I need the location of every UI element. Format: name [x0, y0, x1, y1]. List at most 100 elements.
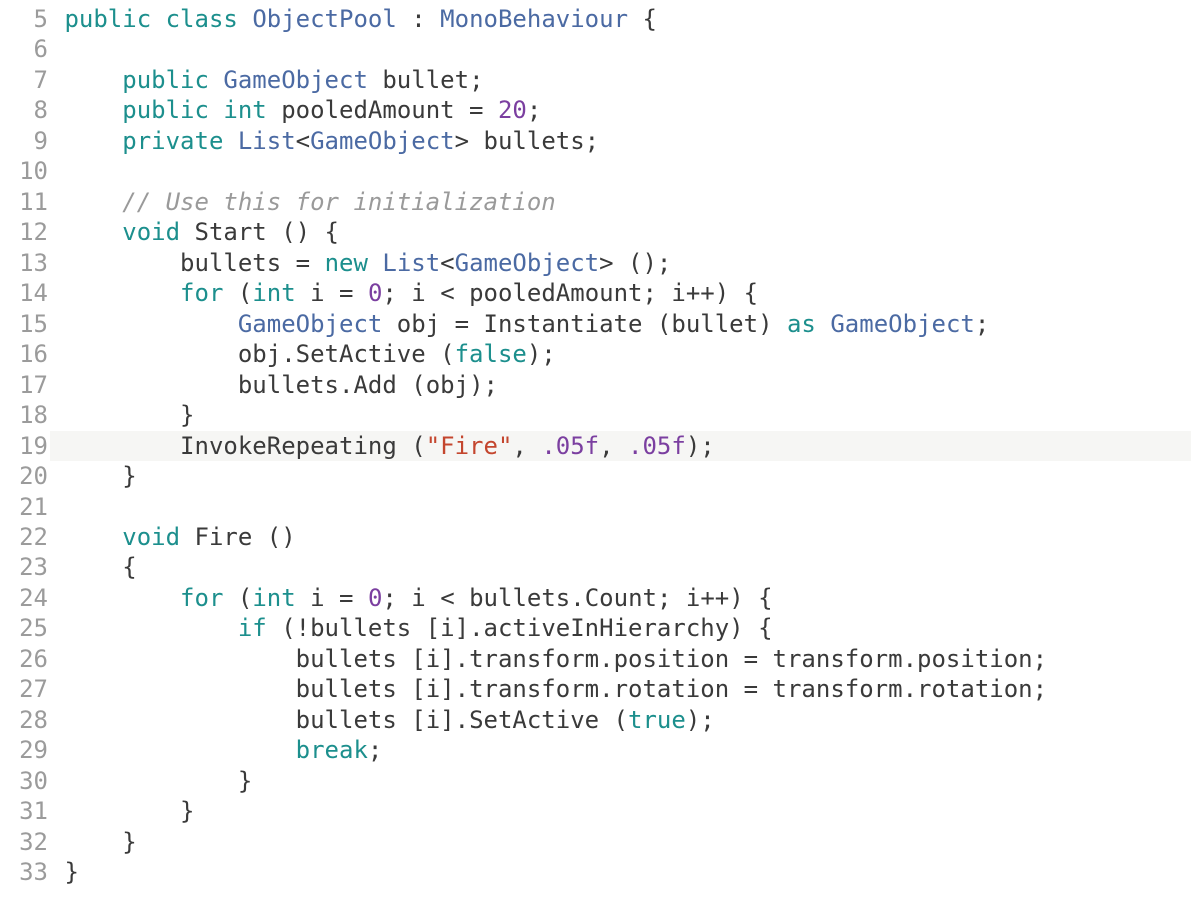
token-k: as — [787, 310, 816, 338]
token-p: [ — [397, 645, 426, 673]
code-line[interactable]: bullets = new List<GameObject> (); — [50, 248, 1191, 278]
token-n: 0 — [368, 279, 382, 307]
code-line[interactable]: if (!bullets [i].activeInHierarchy) { — [50, 613, 1191, 643]
token-n: 20 — [498, 96, 527, 124]
token-p — [180, 523, 194, 551]
token-p: = — [325, 279, 368, 307]
token-id: pooledAmount — [469, 279, 642, 307]
token-k: public — [64, 5, 151, 33]
code-line[interactable]: private List<GameObject> bullets; — [50, 126, 1191, 156]
code-line[interactable]: } — [50, 461, 1191, 491]
code-line[interactable]: public int pooledAmount = 20; — [50, 95, 1191, 125]
token-id: obj — [397, 310, 440, 338]
token-p: ; — [368, 736, 382, 764]
token-b: true — [628, 706, 686, 734]
token-p: ( — [642, 310, 671, 338]
token-p — [151, 5, 165, 33]
token-id: position — [614, 645, 730, 673]
token-p: = — [455, 96, 498, 124]
line-number: 7 — [0, 65, 48, 95]
token-p: . — [281, 340, 295, 368]
token-k: class — [166, 5, 238, 33]
code-line[interactable] — [50, 492, 1191, 522]
token-t: GameObject — [310, 127, 455, 155]
code-line[interactable]: // Use this for initialization — [50, 187, 1191, 217]
token-p: [ — [397, 706, 426, 734]
code-line[interactable]: for (int i = 0; i < bullets.Count; i++) … — [50, 583, 1191, 613]
code-line[interactable]: obj.SetActive (false); — [50, 339, 1191, 369]
token-p: ); — [527, 340, 556, 368]
line-number: 16 — [0, 339, 48, 369]
token-id: bullets — [469, 584, 570, 612]
code-line[interactable]: InvokeRepeating ("Fire", .05f, .05f); — [50, 431, 1191, 461]
code-line[interactable]: bullets [i].transform.rotation = transfo… — [50, 674, 1191, 704]
token-id: SetActive — [469, 706, 599, 734]
code-line[interactable]: } — [50, 400, 1191, 430]
token-p: ++) { — [700, 584, 772, 612]
token-p: ); — [686, 706, 715, 734]
token-k: int — [223, 96, 266, 124]
token-p: . — [339, 371, 353, 399]
token-p — [238, 5, 252, 33]
token-p: ; — [382, 584, 411, 612]
code-line[interactable]: break; — [50, 735, 1191, 765]
token-p: { — [628, 5, 657, 33]
token-t: GameObject — [830, 310, 975, 338]
token-p: () — [252, 523, 295, 551]
code-line[interactable]: } — [50, 857, 1191, 887]
line-number: 23 — [0, 552, 48, 582]
code-line[interactable]: { — [50, 552, 1191, 582]
token-k: void — [122, 523, 180, 551]
code-line[interactable] — [50, 156, 1191, 186]
token-p: ; — [469, 66, 483, 94]
code-line[interactable]: public class ObjectPool : MonoBehaviour … — [50, 4, 1191, 34]
code-line[interactable]: } — [50, 796, 1191, 826]
token-p: < — [440, 249, 454, 277]
code-line[interactable]: } — [50, 766, 1191, 796]
token-id: position — [917, 645, 1033, 673]
code-line[interactable]: for (int i = 0; i < pooledAmount; i++) { — [50, 278, 1191, 308]
token-id: i — [411, 279, 425, 307]
token-id: pooledAmount — [281, 96, 454, 124]
token-id: transform — [773, 645, 903, 673]
token-id: Add — [353, 371, 396, 399]
line-number: 27 — [0, 674, 48, 704]
line-number: 10 — [0, 156, 48, 186]
token-p — [368, 66, 382, 94]
token-p: ; — [1033, 675, 1047, 703]
token-k: public — [122, 66, 209, 94]
token-id: InvokeRepeating — [180, 432, 397, 460]
code-line[interactable]: bullets.Add (obj); — [50, 370, 1191, 400]
token-p — [209, 66, 223, 94]
token-p: } — [238, 767, 252, 795]
code-editor[interactable]: 5678910111213141516171819202122232425262… — [0, 0, 1191, 888]
token-id: i — [310, 584, 324, 612]
token-id: bullet — [671, 310, 758, 338]
line-number: 15 — [0, 309, 48, 339]
code-line[interactable]: void Start () { — [50, 217, 1191, 247]
code-line[interactable]: } — [50, 827, 1191, 857]
token-t: GameObject — [455, 249, 600, 277]
token-c: // Use this for initialization — [122, 188, 555, 216]
code-line[interactable]: bullets [i].transform.position = transfo… — [50, 644, 1191, 674]
token-id: transform — [469, 645, 599, 673]
token-k: break — [296, 736, 368, 764]
code-line[interactable]: GameObject obj = Instantiate (bullet) as… — [50, 309, 1191, 339]
line-number: 12 — [0, 217, 48, 247]
code-line[interactable]: bullets [i].SetActive (true); — [50, 705, 1191, 735]
code-line[interactable] — [50, 34, 1191, 64]
token-p: } — [180, 401, 194, 429]
code-line[interactable]: public GameObject bullet; — [50, 65, 1191, 95]
token-p: ( — [223, 584, 252, 612]
code-area[interactable]: public class ObjectPool : MonoBehaviour … — [50, 4, 1191, 888]
token-id: bullet — [382, 66, 469, 94]
token-k: int — [252, 279, 295, 307]
token-p: . — [903, 645, 917, 673]
token-id: bullets — [296, 706, 397, 734]
line-number-gutter: 5678910111213141516171819202122232425262… — [0, 4, 50, 888]
token-b: false — [455, 340, 527, 368]
code-line[interactable]: void Fire () — [50, 522, 1191, 552]
line-number: 19 — [0, 431, 48, 461]
line-number: 26 — [0, 644, 48, 674]
line-number: 8 — [0, 95, 48, 125]
